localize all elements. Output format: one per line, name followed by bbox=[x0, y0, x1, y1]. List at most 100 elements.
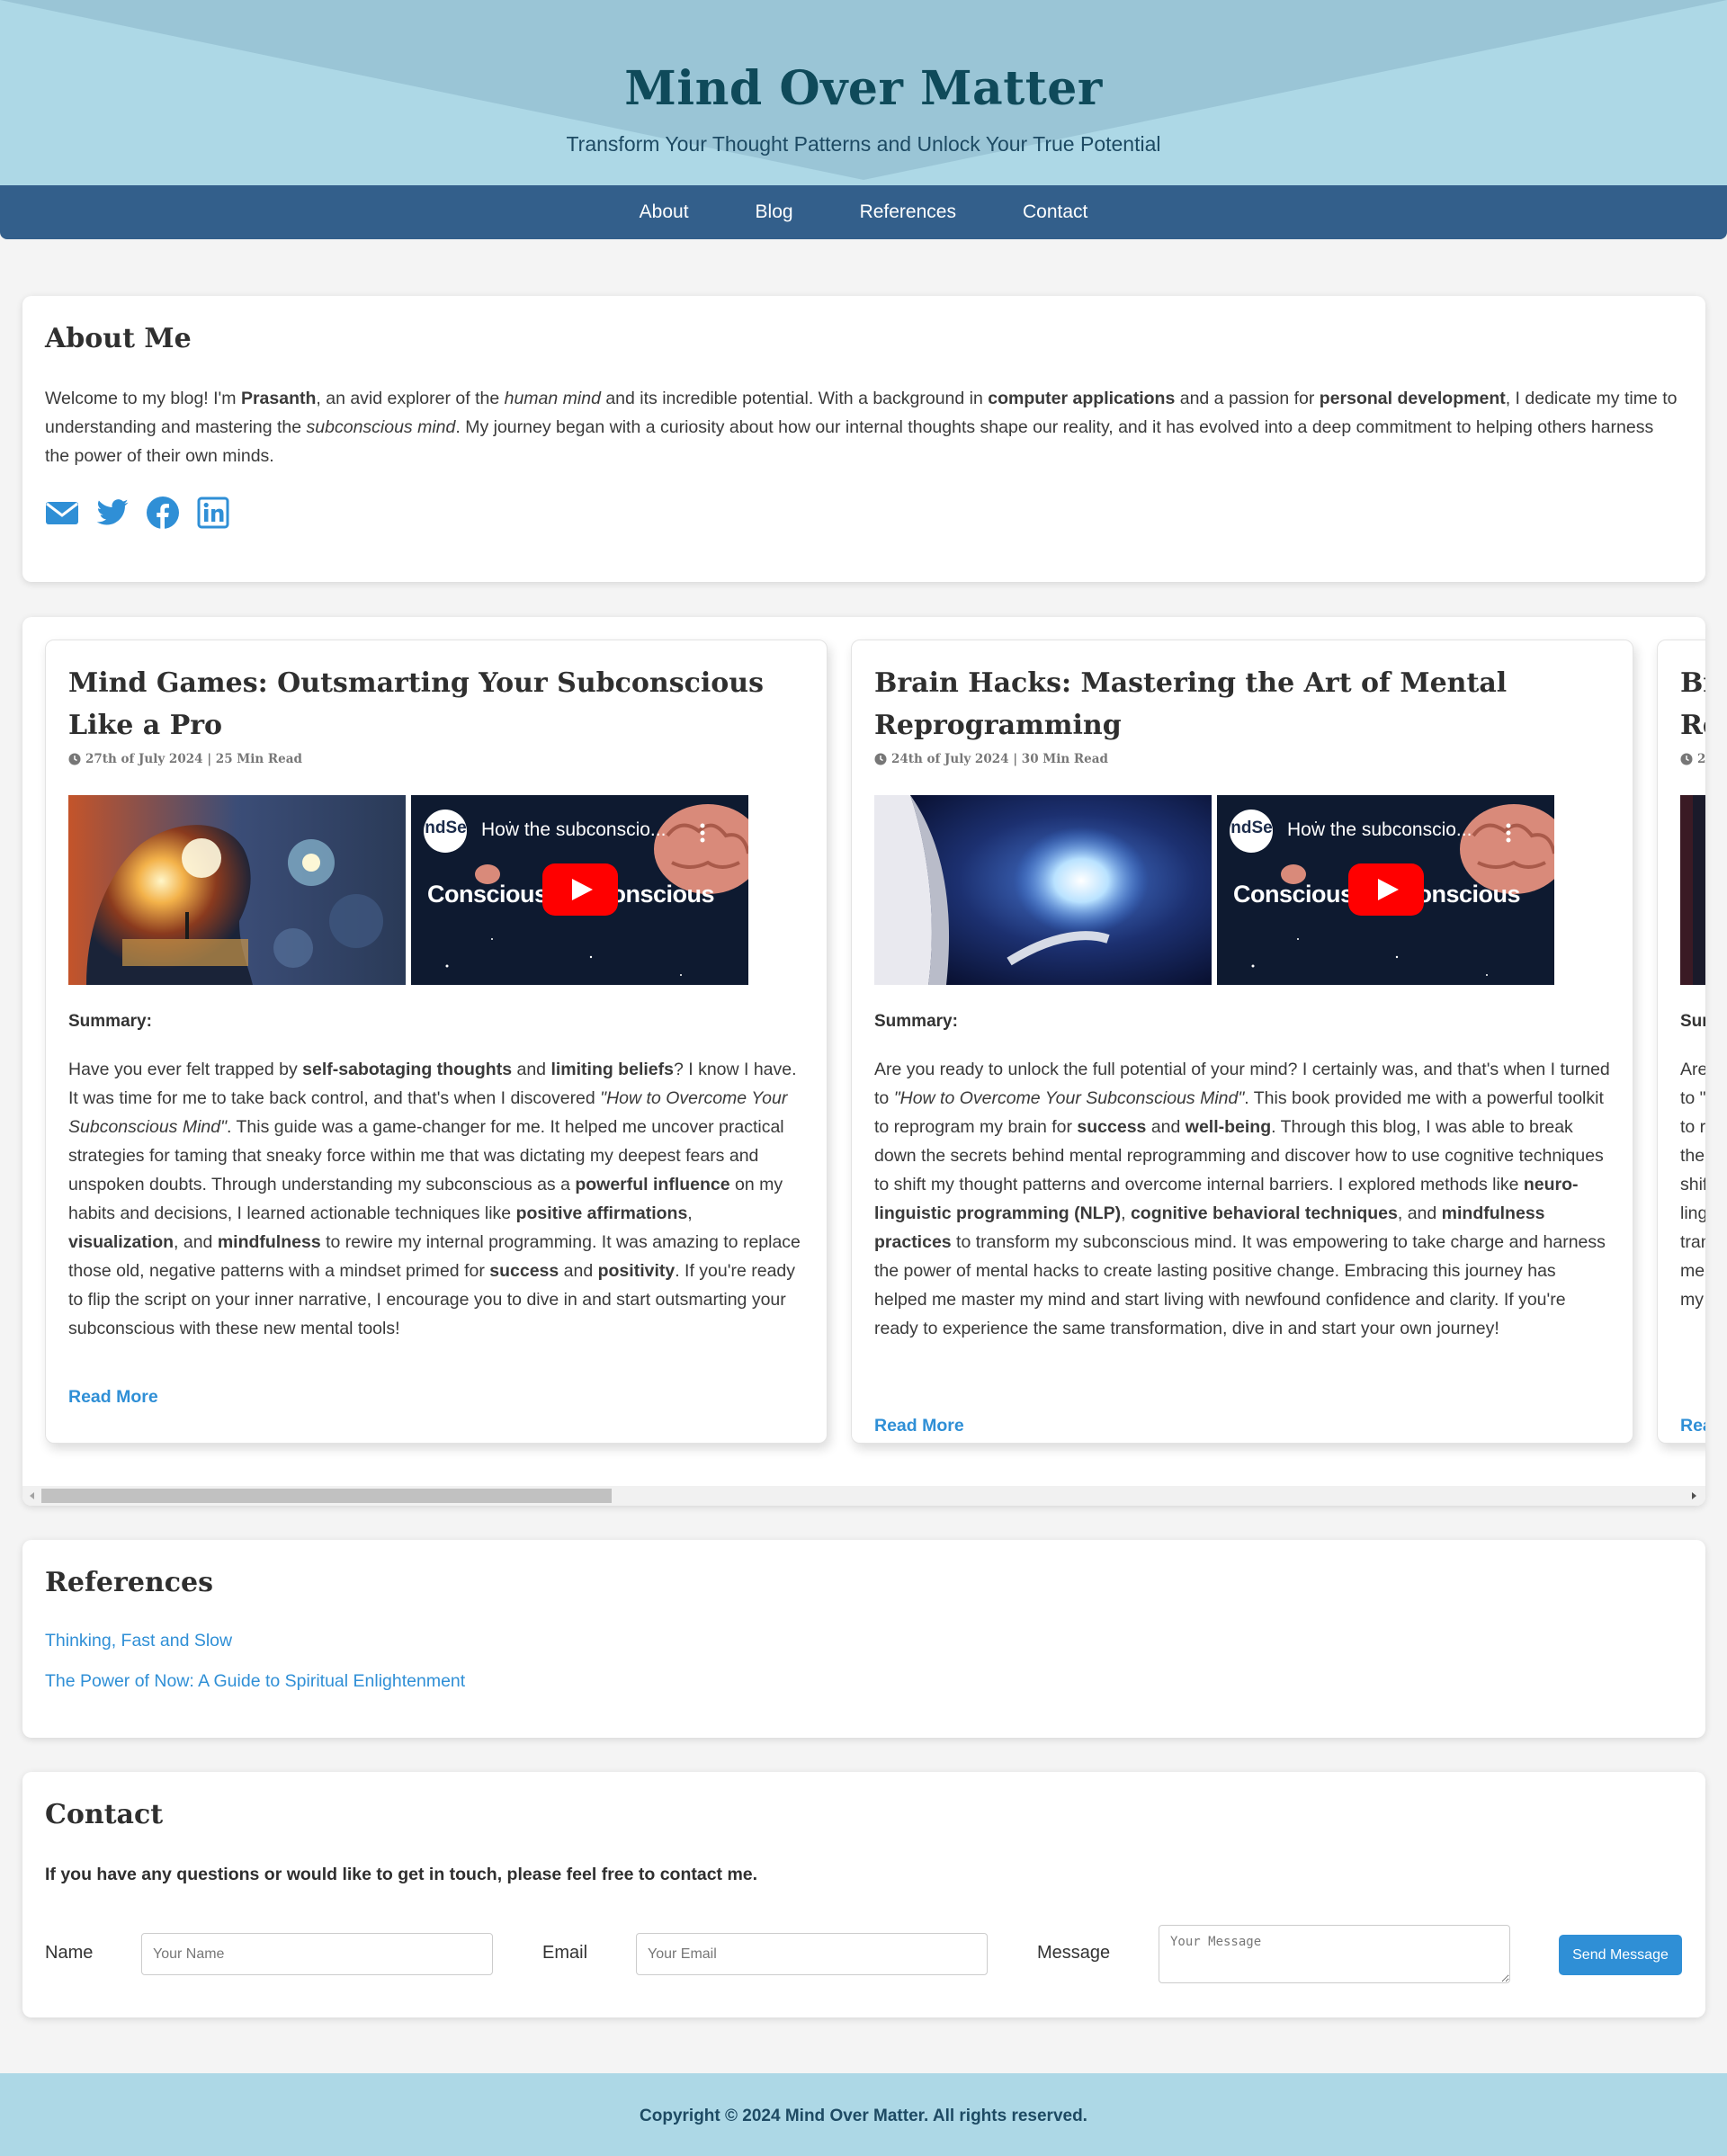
summary-text: , bbox=[687, 1203, 693, 1223]
youtube-video-embed[interactable]: indSe How the subconscio... Conscious Su… bbox=[411, 795, 748, 985]
about-text-emphasis: human mind bbox=[504, 389, 601, 408]
main-nav: About Blog References Contact bbox=[0, 185, 1727, 239]
message-textarea[interactable] bbox=[1159, 1925, 1510, 1983]
send-message-button[interactable]: Send Message bbox=[1559, 1935, 1682, 1975]
post-title[interactable]: Brain Hacks: Mastering the Art of Mental… bbox=[874, 662, 1612, 747]
about-text-strong: personal development bbox=[1319, 389, 1506, 408]
post-meta: 27th of July 2024 | 25 Min Read bbox=[68, 752, 302, 766]
summary-strong: powerful influence bbox=[575, 1175, 730, 1194]
name-input[interactable] bbox=[141, 1933, 493, 1975]
summary-text: , bbox=[1121, 1203, 1131, 1223]
blog-section[interactable]: Mind Games: Outsmarting Your Subconsciou… bbox=[22, 617, 1705, 1506]
about-title: About Me bbox=[45, 323, 192, 354]
read-more-link[interactable]: Read More bbox=[874, 1416, 964, 1436]
nav-blog[interactable]: Blog bbox=[756, 201, 793, 223]
site-title: Mind Over Matter bbox=[624, 61, 1103, 116]
about-text-strong: computer applications bbox=[988, 389, 1176, 408]
message-label: Message bbox=[1037, 1943, 1111, 1963]
clock-icon bbox=[68, 753, 81, 765]
post-image bbox=[1680, 795, 1705, 985]
horizontal-scrollbar[interactable] bbox=[22, 1486, 1705, 1506]
more-options-icon[interactable] bbox=[1505, 822, 1512, 844]
site-tagline: Transform Your Thought Patterns and Unlo… bbox=[566, 132, 1161, 156]
summary-strong: well-being bbox=[1185, 1117, 1272, 1137]
about-section: About Me Welcome to my blog! I'm Prasant… bbox=[22, 296, 1705, 582]
email-input[interactable] bbox=[636, 1933, 988, 1975]
summary-label: Summary: bbox=[68, 1012, 152, 1031]
summary-text: and bbox=[1146, 1117, 1186, 1137]
name-label: Name bbox=[45, 1943, 94, 1963]
summary-strong: success bbox=[489, 1261, 559, 1281]
play-button-icon[interactable] bbox=[542, 863, 618, 916]
reference-link[interactable]: The Power of Now: A Guide to Spiritual E… bbox=[45, 1671, 465, 1692]
nav-references[interactable]: References bbox=[860, 201, 956, 223]
post-date-readtime: 24th of July 2024 | 30 Min Read bbox=[891, 752, 1108, 766]
youtube-video-embed[interactable]: indSe How the subconscio... Conscious Su… bbox=[1217, 795, 1554, 985]
clock-icon bbox=[874, 753, 887, 765]
summary-text: Have you ever felt trapped by bbox=[68, 1060, 303, 1079]
summary-text: and bbox=[512, 1060, 551, 1079]
envelope-icon[interactable] bbox=[45, 496, 79, 530]
contact-section: Contact If you have any questions or wou… bbox=[22, 1772, 1705, 2017]
summary-strong: cognitive behavioral techniques bbox=[1130, 1203, 1398, 1223]
post-media: indSe How the subconscio... Conscious Su… bbox=[874, 795, 1554, 985]
blog-post-card: Brain Hacks: Mastering the Art of Mental… bbox=[851, 640, 1633, 1444]
more-options-icon[interactable] bbox=[699, 822, 706, 844]
read-more-link[interactable]: Read More bbox=[68, 1387, 158, 1408]
channel-avatar-text: indSe bbox=[1230, 819, 1273, 837]
site-footer: Copyright © 2024 Mind Over Matter. All r… bbox=[0, 2073, 1727, 2156]
summary-emphasis: "How to Overcome Your Subconscious Mind" bbox=[893, 1088, 1245, 1108]
about-text-emphasis: subconscious mind bbox=[306, 417, 456, 437]
summary-strong: positivity bbox=[597, 1261, 676, 1281]
scrollbar-thumb[interactable] bbox=[41, 1489, 612, 1503]
scroll-right-arrow-icon[interactable] bbox=[1692, 1492, 1696, 1499]
summary-strong: self-sabotaging thoughts bbox=[302, 1060, 513, 1079]
post-title[interactable]: Mind Games: Outsmarting Your Subconsciou… bbox=[68, 662, 806, 747]
post-image-brain-hand bbox=[874, 795, 1212, 985]
summary-label: Summary: bbox=[1680, 1012, 1705, 1031]
about-text-part: Welcome to my blog! I'm bbox=[45, 389, 241, 408]
contact-intro: If you have any questions or would like … bbox=[45, 1865, 758, 1884]
about-text-part: and its incredible potential. With a bac… bbox=[600, 389, 989, 408]
post-date-readtime: 27th of July 2024 | 25 Min Read bbox=[85, 752, 302, 766]
twitter-icon[interactable] bbox=[95, 496, 130, 530]
summary-strong: positive affirmations bbox=[515, 1203, 688, 1223]
post-media: indSe How the subconscio... Conscious Su… bbox=[68, 795, 748, 985]
nav-about[interactable]: About bbox=[640, 201, 689, 223]
reference-link[interactable]: Thinking, Fast and Slow bbox=[45, 1631, 232, 1651]
summary-strong: visualization bbox=[68, 1232, 174, 1252]
nav-contact[interactable]: Contact bbox=[1023, 201, 1087, 223]
clock-icon bbox=[1680, 753, 1693, 765]
post-summary: Have you ever felt trapped by self-sabot… bbox=[68, 1055, 806, 1343]
scroll-left-arrow-icon[interactable] bbox=[30, 1492, 34, 1499]
post-summary: Are you ready to unlock the full potenti… bbox=[1680, 1060, 1705, 1310]
channel-avatar-text: indSe bbox=[424, 819, 467, 837]
post-title[interactable]: Brain Hacks: Mastering the Art of Mental… bbox=[1680, 662, 1705, 747]
references-section: References Thinking, Fast and Slow The P… bbox=[22, 1540, 1705, 1738]
summary-strong: mindfulness bbox=[217, 1232, 321, 1252]
site-header: Mind Over Matter Transform Your Thought … bbox=[0, 0, 1727, 185]
about-text: Welcome to my blog! I'm Prasanth, an avi… bbox=[45, 384, 1682, 470]
social-links bbox=[45, 496, 230, 530]
summary-text: and bbox=[559, 1261, 598, 1281]
blog-post-card: Brain Hacks: Mastering the Art of Mental… bbox=[1657, 640, 1705, 1444]
video-title[interactable]: How the subconscio... bbox=[481, 819, 666, 841]
author-name: Prasanth bbox=[240, 389, 317, 408]
summary-strong: success bbox=[1077, 1117, 1147, 1137]
post-summary: Are you ready to unlock the full potenti… bbox=[874, 1055, 1612, 1343]
facebook-icon[interactable] bbox=[146, 496, 180, 530]
post-meta: 24th of July 2024 | 30 Min Read bbox=[1680, 752, 1705, 766]
channel-avatar[interactable]: indSe bbox=[1230, 810, 1273, 853]
play-button-icon[interactable] bbox=[1348, 863, 1424, 916]
post-meta: 24th of July 2024 | 30 Min Read bbox=[874, 752, 1108, 766]
video-title[interactable]: How the subconscio... bbox=[1287, 819, 1472, 841]
read-more-link[interactable]: Read More bbox=[1680, 1416, 1705, 1436]
references-title: References bbox=[45, 1567, 213, 1598]
summary-text: , and bbox=[174, 1232, 218, 1252]
channel-avatar[interactable]: indSe bbox=[424, 810, 467, 853]
post-date-readtime: 24th of July 2024 | 30 Min Read bbox=[1697, 752, 1705, 766]
summary-text: , and bbox=[1397, 1203, 1442, 1223]
linkedin-icon[interactable] bbox=[196, 496, 230, 530]
blog-post-card: Mind Games: Outsmarting Your Subconsciou… bbox=[45, 640, 828, 1444]
summary-label: Summary: bbox=[874, 1012, 958, 1031]
